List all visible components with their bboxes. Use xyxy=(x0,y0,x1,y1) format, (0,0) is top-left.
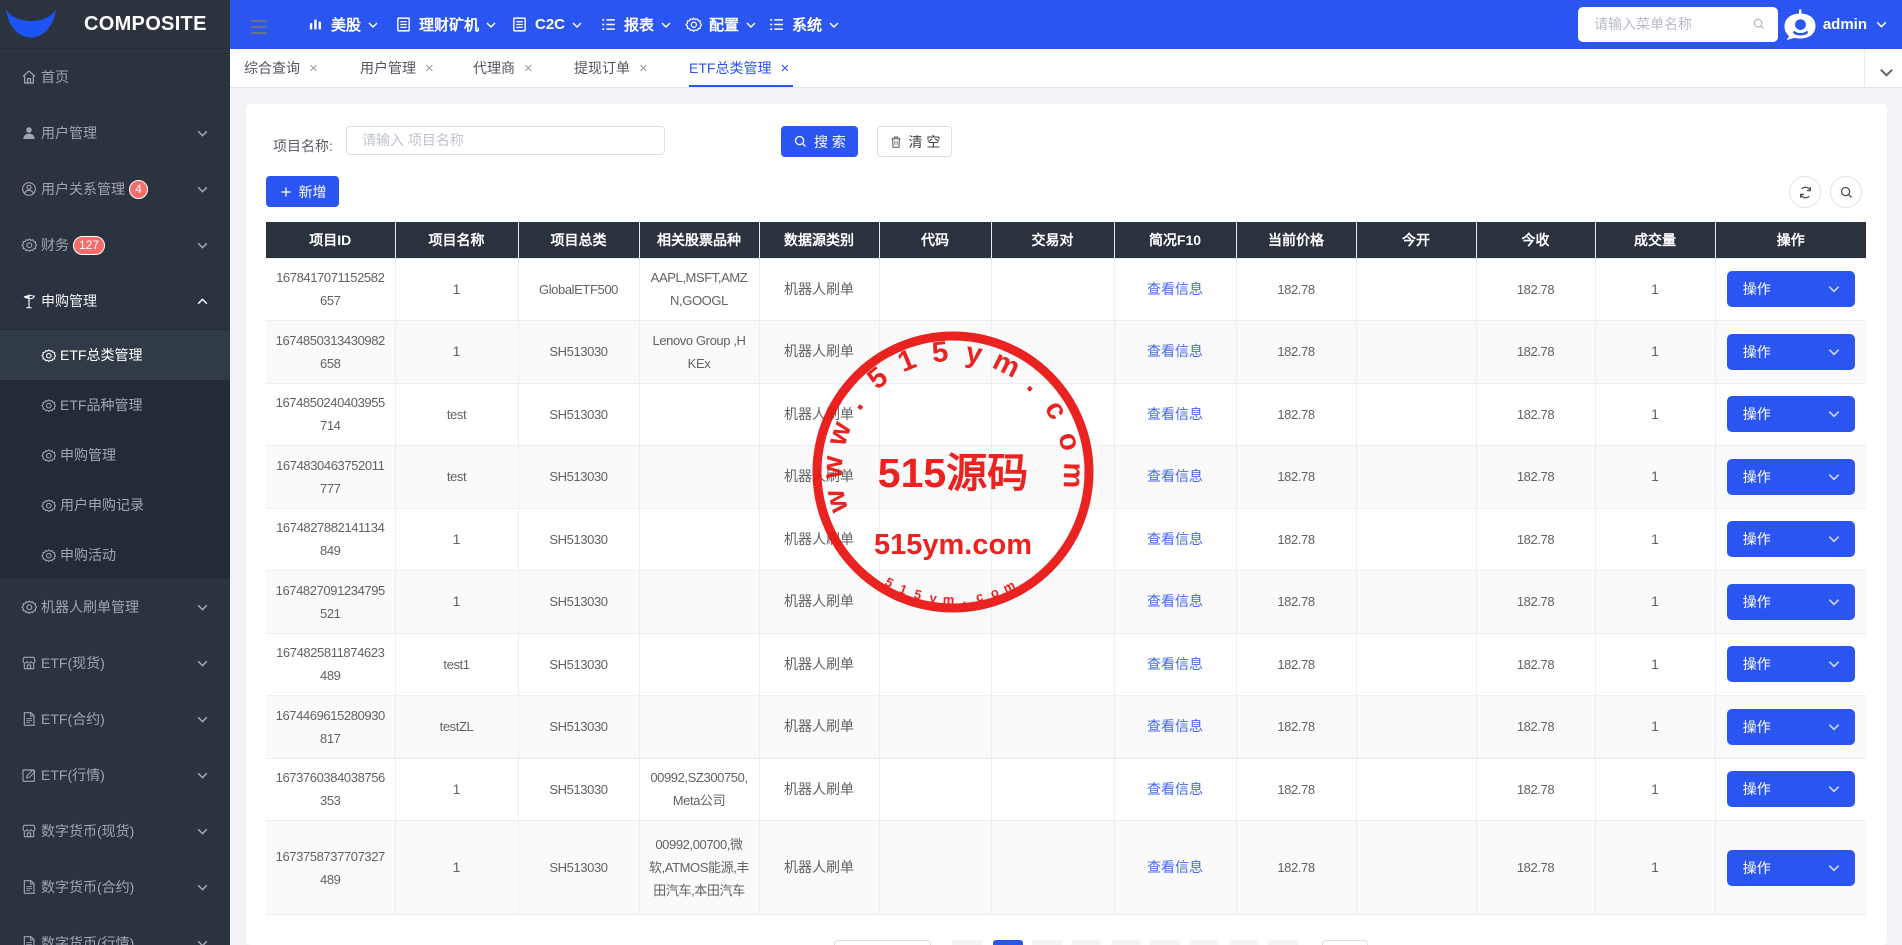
svg-text:m: m xyxy=(1057,462,1090,489)
svg-text:w: w xyxy=(820,418,858,451)
svg-text:c: c xyxy=(1038,395,1074,425)
svg-text:5: 5 xyxy=(882,574,896,591)
svg-text:m: m xyxy=(943,592,955,607)
svg-text:515源码: 515源码 xyxy=(878,450,1028,496)
svg-text:w: w xyxy=(817,455,850,480)
svg-text:.: . xyxy=(1021,369,1049,398)
svg-text:.: . xyxy=(839,391,870,416)
svg-text:5: 5 xyxy=(861,361,894,396)
svg-text:1: 1 xyxy=(893,343,920,379)
svg-text:w: w xyxy=(818,486,855,517)
svg-text:.: . xyxy=(962,591,967,606)
svg-text:1: 1 xyxy=(897,581,910,598)
svg-text:y: y xyxy=(963,337,985,371)
svg-text:o: o xyxy=(1051,429,1086,454)
svg-text:5: 5 xyxy=(930,336,950,370)
svg-text:515ym.com: 515ym.com xyxy=(874,529,1032,561)
